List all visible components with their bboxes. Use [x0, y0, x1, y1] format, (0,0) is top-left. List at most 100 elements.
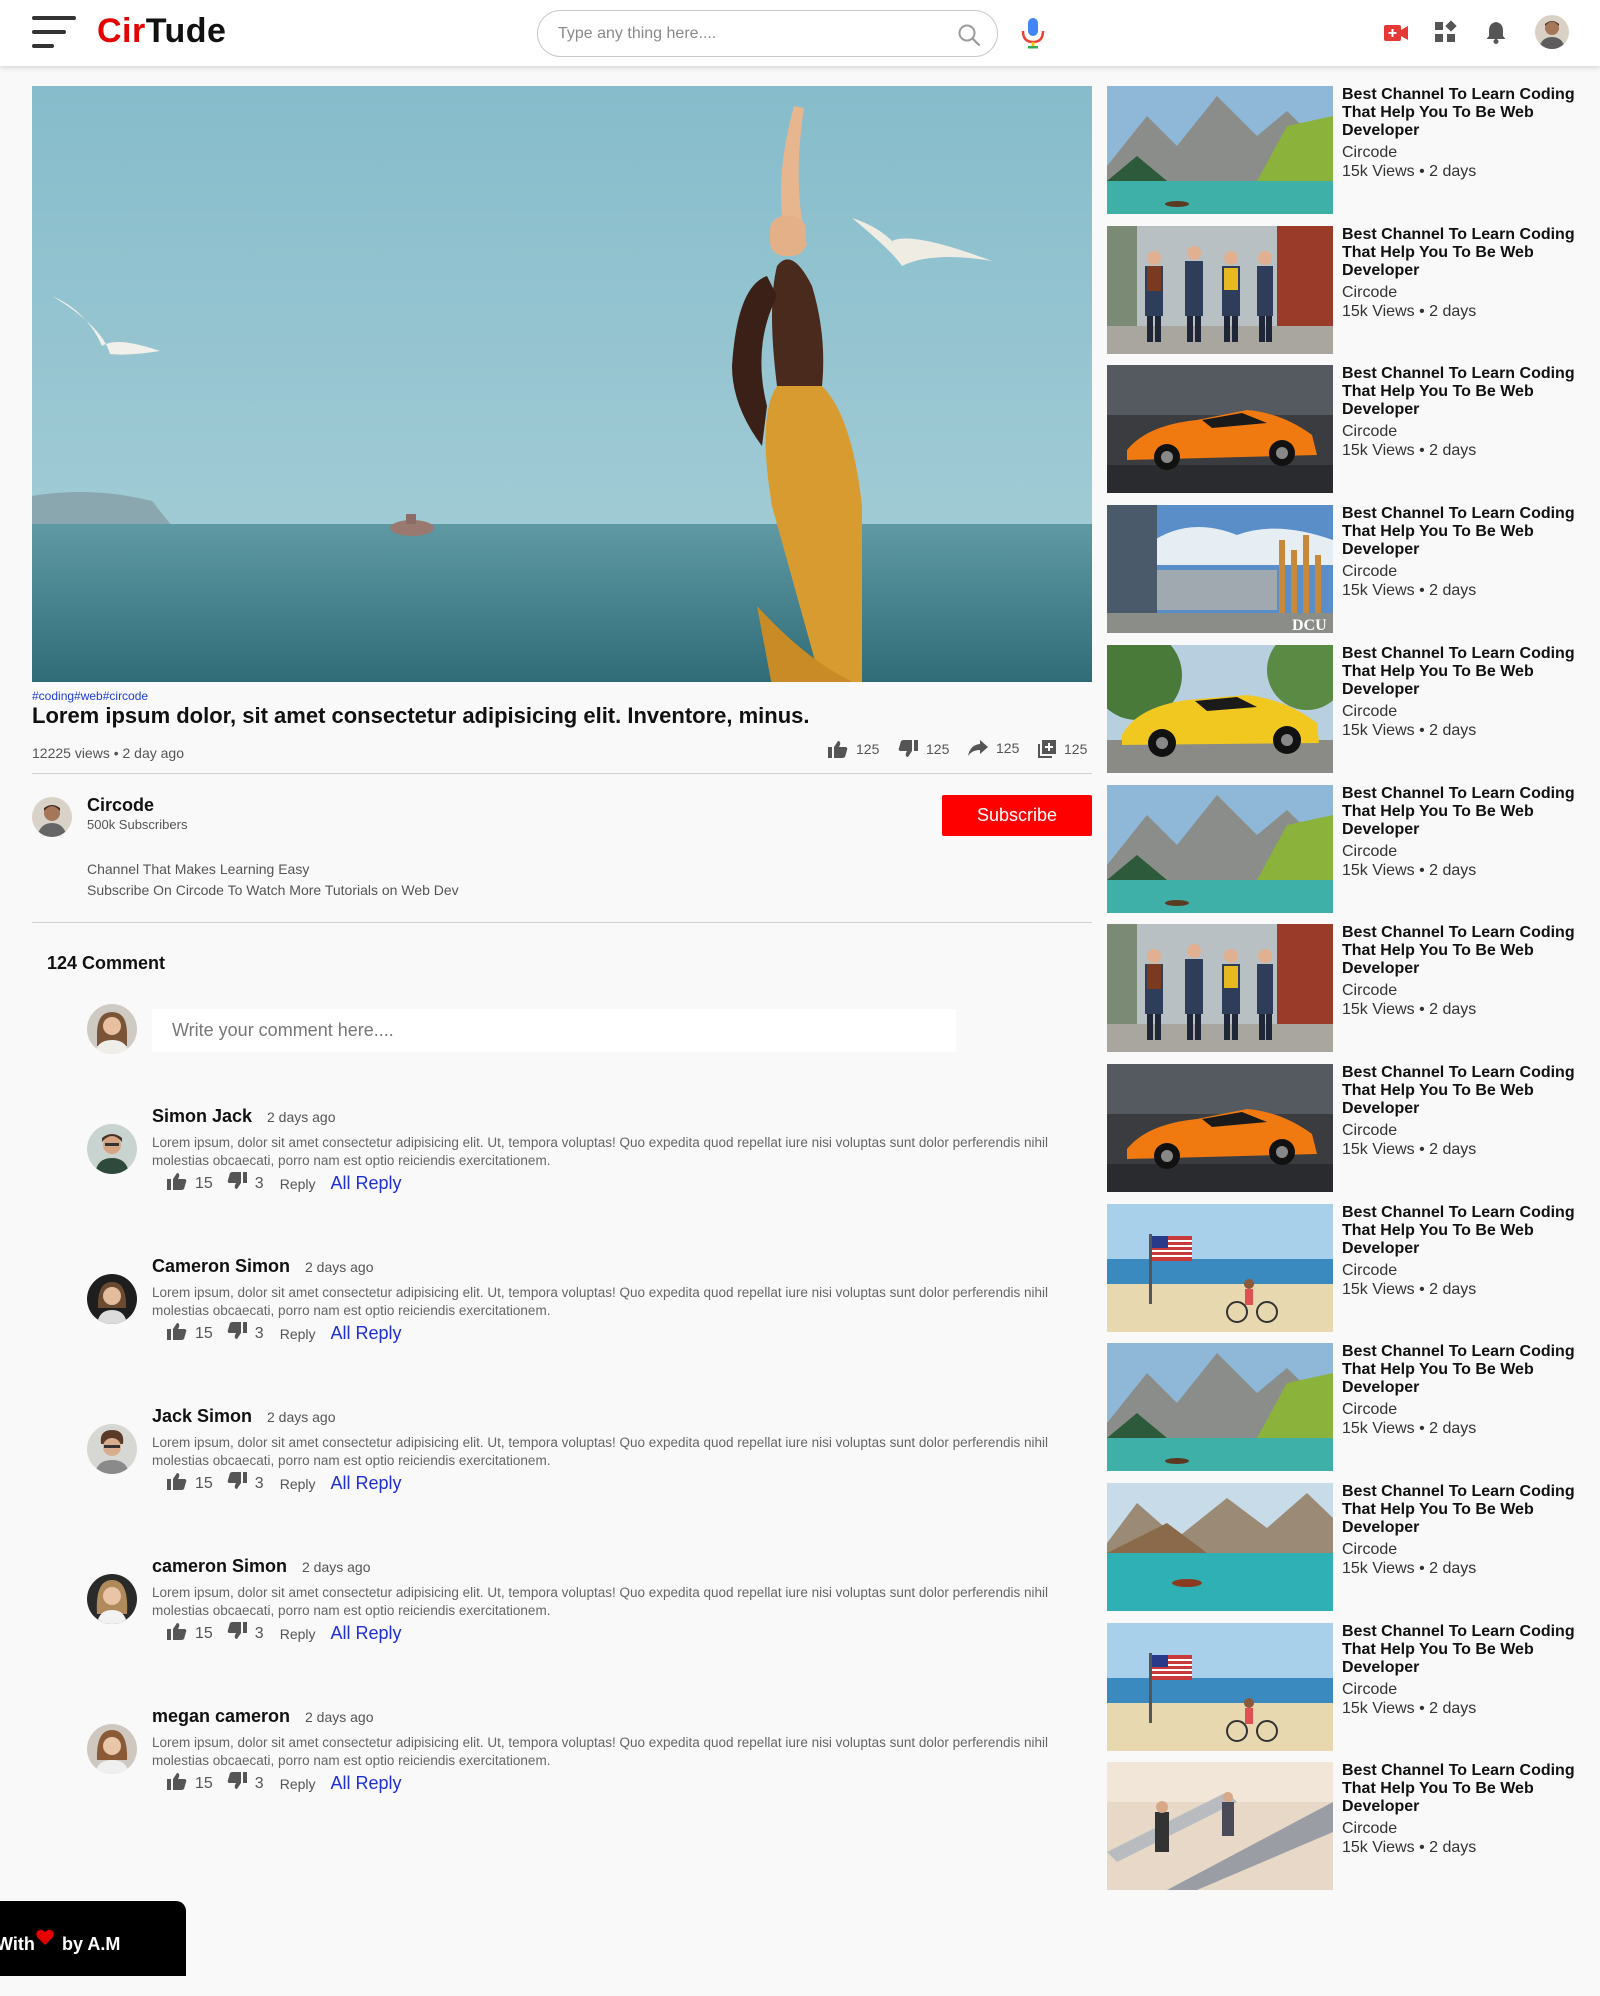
- comment-dislike-button[interactable]: [227, 1622, 247, 1645]
- apps-icon[interactable]: [1433, 20, 1457, 44]
- like-button[interactable]: 125: [828, 740, 879, 758]
- commenter-name[interactable]: Jack Simon: [152, 1406, 252, 1427]
- related-video-title[interactable]: Best Channel To Learn Coding That Help Y…: [1342, 1483, 1582, 1537]
- comment-dislike-button[interactable]: [227, 1172, 247, 1195]
- comment-like-button[interactable]: [167, 1172, 187, 1195]
- reply-button[interactable]: Reply: [280, 1176, 316, 1192]
- related-video-channel[interactable]: Circode: [1342, 144, 1397, 162]
- related-video-title[interactable]: Best Channel To Learn Coding That Help Y…: [1342, 1343, 1582, 1397]
- related-video-thumbnail[interactable]: [1107, 1203, 1333, 1332]
- related-video-title[interactable]: Best Channel To Learn Coding That Help Y…: [1342, 505, 1582, 559]
- related-video-channel[interactable]: Circode: [1342, 1262, 1397, 1280]
- related-video-item[interactable]: DCU Best Channel To Learn Coding That Hel…: [1107, 505, 1587, 634]
- search-input[interactable]: [558, 23, 938, 45]
- reply-button[interactable]: Reply: [280, 1476, 316, 1492]
- comment-like-button[interactable]: [167, 1622, 187, 1645]
- all-replies-link[interactable]: All Reply: [331, 1473, 402, 1494]
- related-video-channel[interactable]: Circode: [1342, 843, 1397, 861]
- related-video-title[interactable]: Best Channel To Learn Coding That Help Y…: [1342, 1204, 1582, 1258]
- commenter-avatar[interactable]: [87, 1724, 137, 1774]
- related-video-item[interactable]: Best Channel To Learn Coding That Help Y…: [1107, 784, 1587, 913]
- related-video-title[interactable]: Best Channel To Learn Coding That Help Y…: [1342, 365, 1582, 419]
- related-video-thumbnail[interactable]: [1107, 1622, 1333, 1751]
- microphone-icon[interactable]: [1020, 17, 1046, 49]
- related-video-item[interactable]: Best Channel To Learn Coding That Help Y…: [1107, 644, 1587, 773]
- related-video-channel[interactable]: Circode: [1342, 1541, 1397, 1559]
- related-video-item[interactable]: Best Channel To Learn Coding That Help Y…: [1107, 365, 1587, 494]
- user-avatar[interactable]: [1535, 15, 1569, 49]
- related-video-channel[interactable]: Circode: [1342, 982, 1397, 1000]
- comment-dislike-button[interactable]: [227, 1322, 247, 1345]
- related-video-item[interactable]: Best Channel To Learn Coding That Help Y…: [1107, 1622, 1587, 1751]
- commenter-avatar[interactable]: [87, 1424, 137, 1474]
- commenter-avatar[interactable]: [87, 1574, 137, 1624]
- all-replies-link[interactable]: All Reply: [331, 1173, 402, 1194]
- video-tags[interactable]: #coding#web#circode: [32, 689, 148, 703]
- comment-dislike-button[interactable]: [227, 1472, 247, 1495]
- comment-dislike-button[interactable]: [227, 1772, 247, 1795]
- channel-name[interactable]: Circode: [87, 795, 154, 816]
- related-video-thumbnail[interactable]: [1107, 1343, 1333, 1472]
- related-video-channel[interactable]: Circode: [1342, 1681, 1397, 1699]
- all-replies-link[interactable]: All Reply: [331, 1773, 402, 1794]
- related-video-item[interactable]: Best Channel To Learn Coding That Help Y…: [1107, 1483, 1587, 1611]
- reply-button[interactable]: Reply: [280, 1326, 316, 1342]
- related-video-thumbnail[interactable]: [1107, 1063, 1333, 1192]
- save-button[interactable]: 125: [1038, 740, 1087, 758]
- commenter-avatar[interactable]: [87, 1274, 137, 1324]
- notification-bell-icon[interactable]: [1485, 20, 1507, 44]
- related-video-channel[interactable]: Circode: [1342, 1401, 1397, 1419]
- related-video-title[interactable]: Best Channel To Learn Coding That Help Y…: [1342, 86, 1582, 140]
- related-video-thumbnail[interactable]: [1107, 1483, 1333, 1611]
- related-video-item[interactable]: Best Channel To Learn Coding That Help Y…: [1107, 924, 1587, 1053]
- create-video-icon[interactable]: [1383, 20, 1409, 46]
- related-video-channel[interactable]: Circode: [1342, 563, 1397, 581]
- related-video-item[interactable]: Best Channel To Learn Coding That Help Y…: [1107, 1762, 1587, 1891]
- reply-button[interactable]: Reply: [280, 1626, 316, 1642]
- related-video-title[interactable]: Best Channel To Learn Coding That Help Y…: [1342, 924, 1582, 978]
- related-video-item[interactable]: Best Channel To Learn Coding That Help Y…: [1107, 86, 1587, 214]
- all-replies-link[interactable]: All Reply: [331, 1323, 402, 1344]
- commenter-name[interactable]: cameron Simon: [152, 1556, 287, 1577]
- related-video-title[interactable]: Best Channel To Learn Coding That Help Y…: [1342, 645, 1582, 699]
- related-video-channel[interactable]: Circode: [1342, 1122, 1397, 1140]
- related-video-thumbnail[interactable]: [1107, 365, 1333, 494]
- commenter-name[interactable]: Cameron Simon: [152, 1256, 290, 1277]
- related-video-title[interactable]: Best Channel To Learn Coding That Help Y…: [1342, 1762, 1582, 1816]
- related-video-item[interactable]: Best Channel To Learn Coding That Help Y…: [1107, 1203, 1587, 1332]
- related-video-item[interactable]: Best Channel To Learn Coding That Help Y…: [1107, 1063, 1587, 1192]
- related-video-thumbnail[interactable]: [1107, 924, 1333, 1053]
- related-video-channel[interactable]: Circode: [1342, 423, 1397, 441]
- related-video-channel[interactable]: Circode: [1342, 1820, 1397, 1838]
- menu-icon[interactable]: [32, 16, 76, 50]
- dislike-button[interactable]: 125: [898, 740, 949, 758]
- commenter-name[interactable]: megan cameron: [152, 1706, 290, 1727]
- commenter-avatar[interactable]: [87, 1124, 137, 1174]
- related-video-thumbnail[interactable]: [1107, 225, 1333, 354]
- related-video-thumbnail[interactable]: [1107, 1762, 1333, 1891]
- comment-like-button[interactable]: [167, 1472, 187, 1495]
- related-video-thumbnail[interactable]: [1107, 86, 1333, 214]
- related-video-item[interactable]: Best Channel To Learn Coding That Help Y…: [1107, 1343, 1587, 1472]
- related-video-channel[interactable]: Circode: [1342, 284, 1397, 302]
- related-video-item[interactable]: Best Channel To Learn Coding That Help Y…: [1107, 225, 1587, 354]
- subscribe-button[interactable]: Subscribe: [942, 795, 1092, 836]
- search-icon[interactable]: [957, 23, 981, 47]
- related-video-channel[interactable]: Circode: [1342, 703, 1397, 721]
- commenter-name[interactable]: Simon Jack: [152, 1106, 252, 1127]
- related-video-title[interactable]: Best Channel To Learn Coding That Help Y…: [1342, 785, 1582, 839]
- related-video-thumbnail[interactable]: [1107, 644, 1333, 773]
- comment-like-button[interactable]: [167, 1772, 187, 1795]
- related-video-thumbnail[interactable]: DCU: [1107, 505, 1333, 634]
- related-video-title[interactable]: Best Channel To Learn Coding That Help Y…: [1342, 1623, 1582, 1677]
- related-video-title[interactable]: Best Channel To Learn Coding That Help Y…: [1342, 226, 1582, 280]
- related-video-title[interactable]: Best Channel To Learn Coding That Help Y…: [1342, 1064, 1582, 1118]
- comment-input[interactable]: [152, 1009, 956, 1052]
- comment-like-button[interactable]: [167, 1322, 187, 1345]
- reply-button[interactable]: Reply: [280, 1776, 316, 1792]
- share-button[interactable]: 125: [968, 740, 1019, 756]
- all-replies-link[interactable]: All Reply: [331, 1623, 402, 1644]
- channel-avatar[interactable]: [32, 797, 72, 837]
- logo[interactable]: CirTude: [97, 12, 226, 51]
- related-video-thumbnail[interactable]: [1107, 784, 1333, 913]
